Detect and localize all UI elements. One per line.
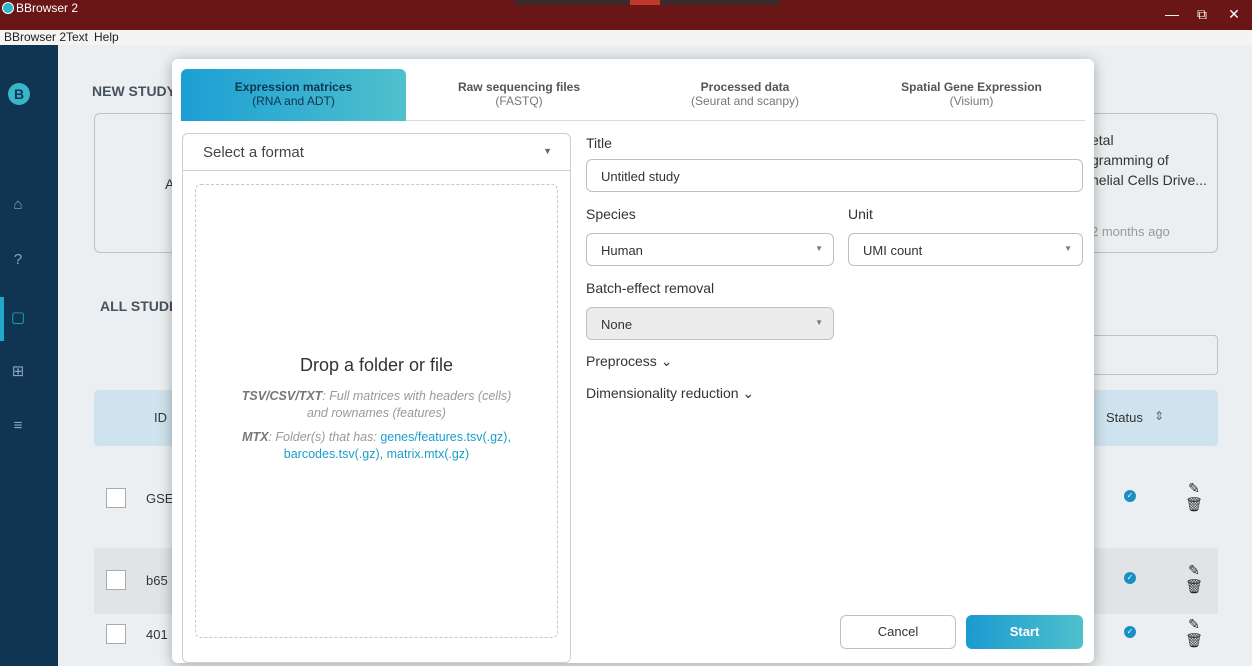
- studies-icon[interactable]: ▢: [9, 309, 27, 327]
- title-input[interactable]: Untitled study: [586, 159, 1083, 192]
- dropzone-mtx-help-2: barcodes.tsv(.gz), matrix.mtx(.gz): [196, 446, 557, 462]
- tab-title: Spatial Gene Expression: [901, 80, 1042, 94]
- tab-raw-sequencing-files[interactable]: Raw sequencing files (FASTQ): [406, 69, 632, 121]
- format-select-placeholder: Select a format: [203, 144, 304, 161]
- row-actions: ✎ 🗑: [1184, 562, 1204, 594]
- tab-expression-matrices[interactable]: Expression matrices (RNA and ADT): [181, 69, 406, 121]
- close-button[interactable]: ✕: [1219, 4, 1249, 24]
- batch-effect-label: Batch-effect removal: [586, 280, 715, 296]
- row-actions: ✎ 🗑: [1184, 616, 1204, 648]
- upload-panel: Select a format ▼ Drop a folder or file …: [182, 133, 571, 663]
- species-label: Species: [586, 206, 636, 222]
- mtx-genes-link[interactable]: genes/features.tsv(.gz),: [380, 430, 511, 444]
- tab-title: Raw sequencing files: [457, 80, 581, 94]
- recent-study-card[interactable]: etal gramming of helial Cells Drive... 2…: [1076, 113, 1218, 253]
- start-button[interactable]: Start: [966, 615, 1083, 649]
- chevron-down-icon: ▼: [1064, 244, 1072, 253]
- chevron-down-icon: ▼: [543, 146, 552, 156]
- row-checkbox[interactable]: [106, 570, 126, 590]
- batch-effect-select[interactable]: None ▼: [586, 307, 834, 340]
- tab-subtitle: (Seurat and scanpy): [690, 94, 800, 108]
- title-bar-segment: [515, 0, 630, 5]
- column-header-status[interactable]: Status: [1106, 410, 1143, 425]
- mtx-barcodes-link[interactable]: barcodes.tsv(.gz), matrix.mtx(.gz): [284, 447, 469, 461]
- format-select[interactable]: Select a format ▼: [183, 134, 570, 171]
- title-bar: BBrowser 2 — ⧉ ✕: [0, 0, 1252, 30]
- row-checkbox[interactable]: [106, 488, 126, 508]
- status-ok-icon: ✓: [1124, 572, 1136, 584]
- row-id: 401: [146, 627, 168, 642]
- unit-select-value: UMI count: [863, 243, 923, 258]
- tsv-format-label: TSV/CSV/TXT: [241, 389, 323, 403]
- tab-subtitle: (Visium): [949, 94, 994, 108]
- new-study-dialog: Expression matrices (RNA and ADT) Raw se…: [172, 59, 1094, 663]
- column-header-id[interactable]: ID: [154, 410, 167, 425]
- chevron-down-icon: ▼: [815, 244, 823, 253]
- bbrowser-logo-icon[interactable]: B: [8, 83, 30, 105]
- trash-icon[interactable]: 🗑: [1184, 496, 1204, 512]
- trash-icon[interactable]: 🗑: [1184, 578, 1204, 594]
- import-file-icon[interactable]: ⊞: [9, 363, 27, 381]
- menu-item-bbrowser[interactable]: BBrowser 2: [4, 30, 66, 44]
- title-bar-segment: [660, 0, 780, 5]
- dimensionality-reduction-toggle[interactable]: Dimensionality reduction ⌄: [586, 385, 754, 402]
- cancel-button[interactable]: Cancel: [840, 615, 956, 649]
- minimize-button[interactable]: —: [1157, 4, 1187, 24]
- tab-subtitle: (FASTQ): [495, 94, 543, 108]
- row-actions: ✎ 🗑: [1184, 480, 1204, 512]
- edit-pencil-icon[interactable]: ✎: [1184, 562, 1204, 578]
- chevron-down-icon: ▼: [815, 318, 823, 327]
- row-id: b65: [146, 573, 168, 588]
- settings-list-icon[interactable]: ≡: [9, 417, 27, 435]
- sort-icon[interactable]: ⇕: [1154, 409, 1164, 423]
- menu-bar: BBrowser 2 Text Help: [0, 30, 1252, 45]
- batch-effect-value: None: [601, 317, 633, 332]
- preprocess-toggle[interactable]: Preprocess ⌄: [586, 353, 672, 370]
- import-type-tabs: Expression matrices (RNA and ADT) Raw se…: [181, 69, 1085, 121]
- app-logo-icon: [2, 2, 14, 14]
- tab-spatial-gene-expression[interactable]: Spatial Gene Expression (Visium): [858, 69, 1085, 121]
- tab-subtitle: (RNA and ADT): [252, 94, 335, 108]
- recent-study-time: 2 months ago: [1091, 224, 1170, 239]
- dropzone-title: Drop a folder or file: [299, 355, 454, 375]
- edit-pencil-icon[interactable]: ✎: [1184, 616, 1204, 632]
- trash-icon[interactable]: 🗑: [1184, 632, 1204, 648]
- dropzone-mtx-help: MTX: Folder(s) that has: genes/features.…: [196, 429, 557, 445]
- title-input-value: Untitled study: [601, 169, 680, 184]
- species-select-value: Human: [601, 243, 643, 258]
- restore-button[interactable]: ⧉: [1187, 4, 1217, 24]
- studies-search-input[interactable]: [1076, 335, 1218, 375]
- row-checkbox[interactable]: [106, 624, 126, 644]
- nav-active-indicator: [0, 297, 4, 341]
- mtx-help-text: : Folder(s) that has:: [268, 430, 381, 444]
- file-dropzone[interactable]: Drop a folder or file TSV/CSV/TXT: Full …: [195, 184, 558, 638]
- recent-study-title: etal gramming of helial Cells Drive...: [1091, 132, 1207, 188]
- dropzone-tsv-help-2: and rownames (features): [307, 406, 446, 420]
- menu-item-help[interactable]: Help: [94, 30, 119, 44]
- status-ok-icon: ✓: [1124, 626, 1136, 638]
- tsv-help-text: : Full matrices with headers (cells): [322, 389, 512, 403]
- row-id: GSE: [146, 491, 174, 506]
- edit-pencil-icon[interactable]: ✎: [1184, 480, 1204, 496]
- menu-item-text[interactable]: Text: [66, 30, 88, 44]
- unit-select[interactable]: UMI count ▼: [848, 233, 1083, 266]
- side-nav: B ⌂ ? ▢ ⊞ ≡: [0, 45, 58, 666]
- dropzone-tsv-help: TSV/CSV/TXT: Full matrices with headers …: [196, 388, 557, 404]
- tab-title: Processed data: [700, 80, 790, 94]
- tab-title: Expression matrices: [234, 80, 353, 94]
- help-icon[interactable]: ?: [9, 251, 27, 269]
- species-select[interactable]: Human ▼: [586, 233, 834, 266]
- unit-label: Unit: [848, 206, 873, 222]
- mtx-format-label: MTX: [242, 430, 269, 444]
- new-study-heading: NEW STUDY: [92, 83, 176, 99]
- title-label: Title: [586, 135, 612, 151]
- home-icon[interactable]: ⌂: [9, 196, 27, 214]
- title-bar-segment-accent: [630, 0, 660, 5]
- status-ok-icon: ✓: [1124, 490, 1136, 502]
- window-title: BBrowser 2: [16, 1, 79, 15]
- tab-processed-data[interactable]: Processed data (Seurat and scanpy): [632, 69, 858, 121]
- new-study-card[interactable]: A: [94, 113, 184, 253]
